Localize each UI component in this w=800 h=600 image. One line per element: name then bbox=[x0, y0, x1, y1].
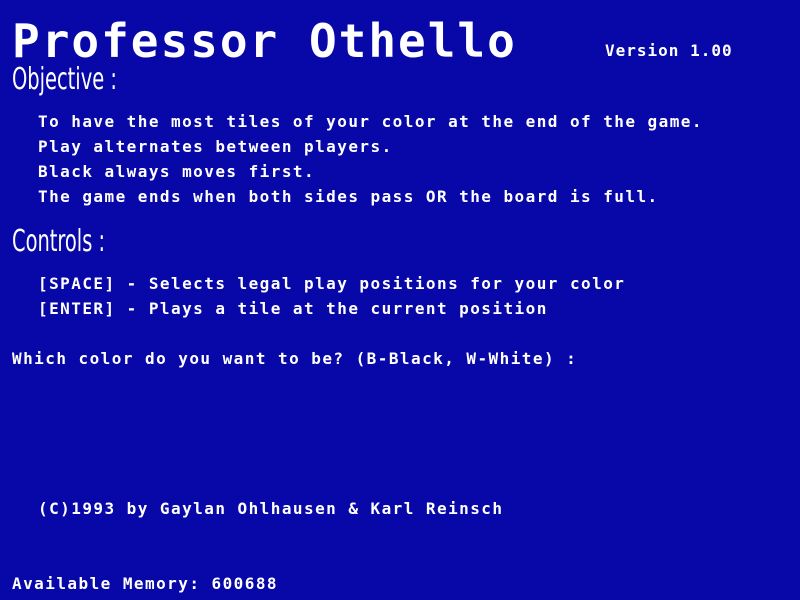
game-title: Professor Othello bbox=[12, 14, 517, 68]
controls-line-space: [SPACE] - Selects legal play positions f… bbox=[38, 274, 626, 293]
version-label: Version 1.00 bbox=[605, 41, 733, 60]
objective-line-2: Play alternates between players. bbox=[38, 137, 393, 156]
objective-line-3: Black always moves first. bbox=[38, 162, 316, 181]
objective-line-4: The game ends when both sides pass OR th… bbox=[38, 187, 659, 206]
objective-line-1: To have the most tiles of your color at … bbox=[38, 112, 703, 131]
controls-line-enter: [ENTER] - Plays a tile at the current po… bbox=[38, 299, 548, 318]
color-choice-prompt[interactable]: Which color do you want to be? (B-Black,… bbox=[12, 351, 577, 367]
available-memory-status: Available Memory: 600688 bbox=[12, 574, 278, 593]
copyright-credits: (C)1993 by Gaylan Ohlhausen & Karl Reins… bbox=[38, 499, 504, 518]
controls-heading: Controls : bbox=[12, 224, 106, 259]
objective-heading: Objective : bbox=[12, 62, 117, 97]
